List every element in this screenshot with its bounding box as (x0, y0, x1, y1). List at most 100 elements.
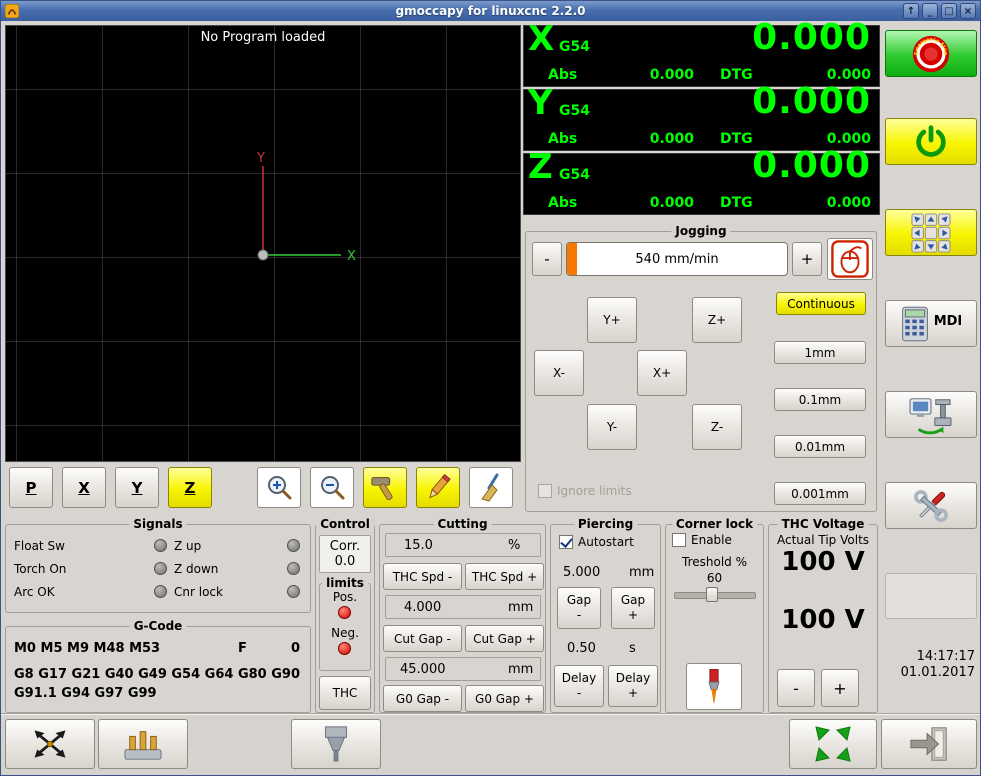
thc-voltage-frame: THC Voltage Actual Tip Volts 100 V 100 V… (768, 517, 878, 713)
view-y-button[interactable]: Y (115, 467, 159, 508)
jog-y-plus-button[interactable]: Y+ (587, 297, 637, 343)
jog-x-minus-button[interactable]: X- (534, 350, 584, 396)
titlebar[interactable]: gmoccapy for linuxcnc 2.2.0 ↑ _ □ × (1, 1, 980, 21)
zoom-in-icon (268, 475, 292, 499)
cut-gap-unit: mm (508, 600, 534, 615)
zoom-out-button[interactable] (310, 467, 354, 508)
enable-checkbox[interactable]: Enable (672, 533, 732, 547)
ignore-limits-label: Ignore limits (557, 484, 632, 498)
jog-z-plus-button[interactable]: Z+ (692, 297, 742, 343)
fullscreen-button[interactable] (789, 719, 877, 769)
zoom-in-button[interactable] (257, 467, 301, 508)
window-pin-button[interactable]: ↑ (903, 3, 919, 19)
broom-icon (481, 473, 499, 502)
enable-box[interactable] (672, 533, 686, 547)
estop-button[interactable]: Emergency Stop (885, 30, 977, 77)
view-p-button[interactable]: P (9, 467, 53, 508)
autostart-checkbox[interactable]: Autostart (559, 535, 634, 549)
tool-measure-button[interactable] (363, 467, 407, 508)
jog-increment-0001mm-button[interactable]: 0.001mm (774, 482, 866, 505)
jog-y-minus-button[interactable]: Y- (587, 404, 637, 450)
threshold-slider[interactable] (674, 587, 756, 602)
jog-speed-plus-button[interactable]: + (792, 242, 822, 276)
x-axis-label: X (347, 249, 356, 264)
touch-off-button[interactable] (5, 719, 95, 769)
settings-button[interactable] (885, 482, 977, 529)
control-title: Control (316, 517, 374, 531)
gap-plus-sign: + (627, 608, 639, 622)
autostart-box[interactable] (559, 535, 573, 549)
dro-z-value: 0.000 (752, 145, 871, 186)
jog-increment-001mm-button[interactable]: 0.01mm (774, 435, 866, 458)
g0-gap-plus-label: G0 Gap + (475, 691, 534, 706)
increment-0001mm-label: 0.001mm (791, 486, 849, 501)
dro-z-dtg-label: DTG (720, 195, 753, 211)
feed-value: 0 (290, 641, 300, 656)
axes-origin-graphic: Y X (256, 151, 356, 264)
feed-percent-display: 15.0 % (385, 533, 541, 557)
manual-mode-button[interactable] (885, 209, 977, 256)
dro-y-dtg-label: DTG (720, 131, 753, 147)
spindle-tool-icon (325, 726, 347, 762)
thc-button[interactable]: THC (319, 676, 371, 710)
window-close-button[interactable]: × (960, 3, 976, 19)
pierce-gap-value: 5.000 (563, 565, 601, 580)
cut-gap-minus-button[interactable]: Cut Gap - (383, 625, 462, 652)
feed-percent-value: 15.0 (404, 538, 433, 553)
exit-button[interactable] (881, 719, 977, 769)
mouse-icon (831, 240, 869, 278)
thc-voltage-title: THC Voltage (777, 517, 869, 531)
cut-gap-plus-button[interactable]: Cut Gap + (465, 625, 544, 652)
ignore-limits-checkbox[interactable]: Ignore limits (538, 484, 632, 498)
window-minimize-button[interactable]: _ (922, 3, 938, 19)
signal-z-up-label: Z up (174, 539, 202, 553)
auto-mode-button[interactable] (885, 391, 977, 438)
gap-minus-sign: - (576, 608, 582, 622)
pierce-delay-plus-button[interactable]: Delay + (608, 665, 658, 707)
view-x-label: X (78, 478, 90, 497)
mouse-jog-button[interactable] (827, 238, 873, 280)
tool-change-button[interactable] (291, 719, 381, 769)
feed-percent-unit: % (508, 538, 521, 553)
ignore-limits-box[interactable] (538, 484, 552, 498)
volts-minus-button[interactable]: - (777, 669, 815, 707)
machine-on-button[interactable] (885, 118, 977, 165)
thc-speed-minus-button[interactable]: THC Spd - (383, 563, 462, 590)
jog-x-plus-button[interactable]: X+ (637, 350, 687, 396)
jog-increment-01mm-button[interactable]: 0.1mm (774, 388, 866, 411)
jog-x-plus-label: X+ (652, 366, 672, 380)
thc-speed-plus-button[interactable]: THC Spd + (465, 563, 544, 590)
jog-speed-value: 540 mm/min (635, 251, 719, 267)
mdi-mode-button[interactable]: MDI (885, 300, 977, 347)
pierce-gap-plus-button[interactable]: Gap + (611, 587, 655, 629)
window-maximize-button[interactable]: □ (941, 3, 957, 19)
g0-gap-plus-button[interactable]: G0 Gap + (465, 685, 544, 712)
edit-button[interactable] (416, 467, 460, 508)
gcode-preview[interactable]: No Program loaded Y X (5, 25, 521, 462)
pierce-delay-minus-button[interactable]: Delay - (554, 665, 604, 707)
jog-increment-1mm-button[interactable]: 1mm (774, 341, 866, 364)
view-x-button[interactable]: X (62, 467, 106, 508)
g0-gap-minus-button[interactable]: G0 Gap - (383, 685, 462, 712)
torch-test-button[interactable] (686, 663, 742, 710)
tool-touchoff-button[interactable] (98, 719, 188, 769)
view-z-button[interactable]: Z (168, 467, 212, 508)
clear-preview-button[interactable] (469, 467, 513, 508)
jog-increment-continuous-button[interactable]: Continuous (776, 292, 866, 315)
jog-speed-minus-button[interactable]: - (532, 242, 562, 276)
pierce-gap-minus-button[interactable]: Gap - (557, 587, 601, 629)
threshold-slider-handle[interactable] (706, 587, 718, 602)
jog-speed-slider[interactable]: 540 mm/min (566, 242, 788, 276)
threshold-value: 60 (706, 571, 723, 585)
gap-plus-word: Gap (620, 593, 646, 607)
mdi-label: MDI (933, 314, 963, 329)
dro-axis-z[interactable]: Z G54 0.000 Abs 0.000 DTG 0.000 (523, 145, 880, 215)
dro-axis-x[interactable]: X G54 0.000 Abs 0.000 DTG 0.000 (523, 17, 880, 87)
g0-gap-value: 45.000 (400, 662, 446, 677)
volts-plus-button[interactable]: + (821, 669, 859, 707)
correction-value: 0.0 (334, 554, 356, 569)
jog-z-minus-button[interactable]: Z- (692, 404, 742, 450)
dro-y-value: 0.000 (752, 81, 871, 122)
view-z-label: Z (184, 478, 196, 497)
dro-axis-y[interactable]: Y G54 0.000 Abs 0.000 DTG 0.000 (523, 81, 880, 151)
